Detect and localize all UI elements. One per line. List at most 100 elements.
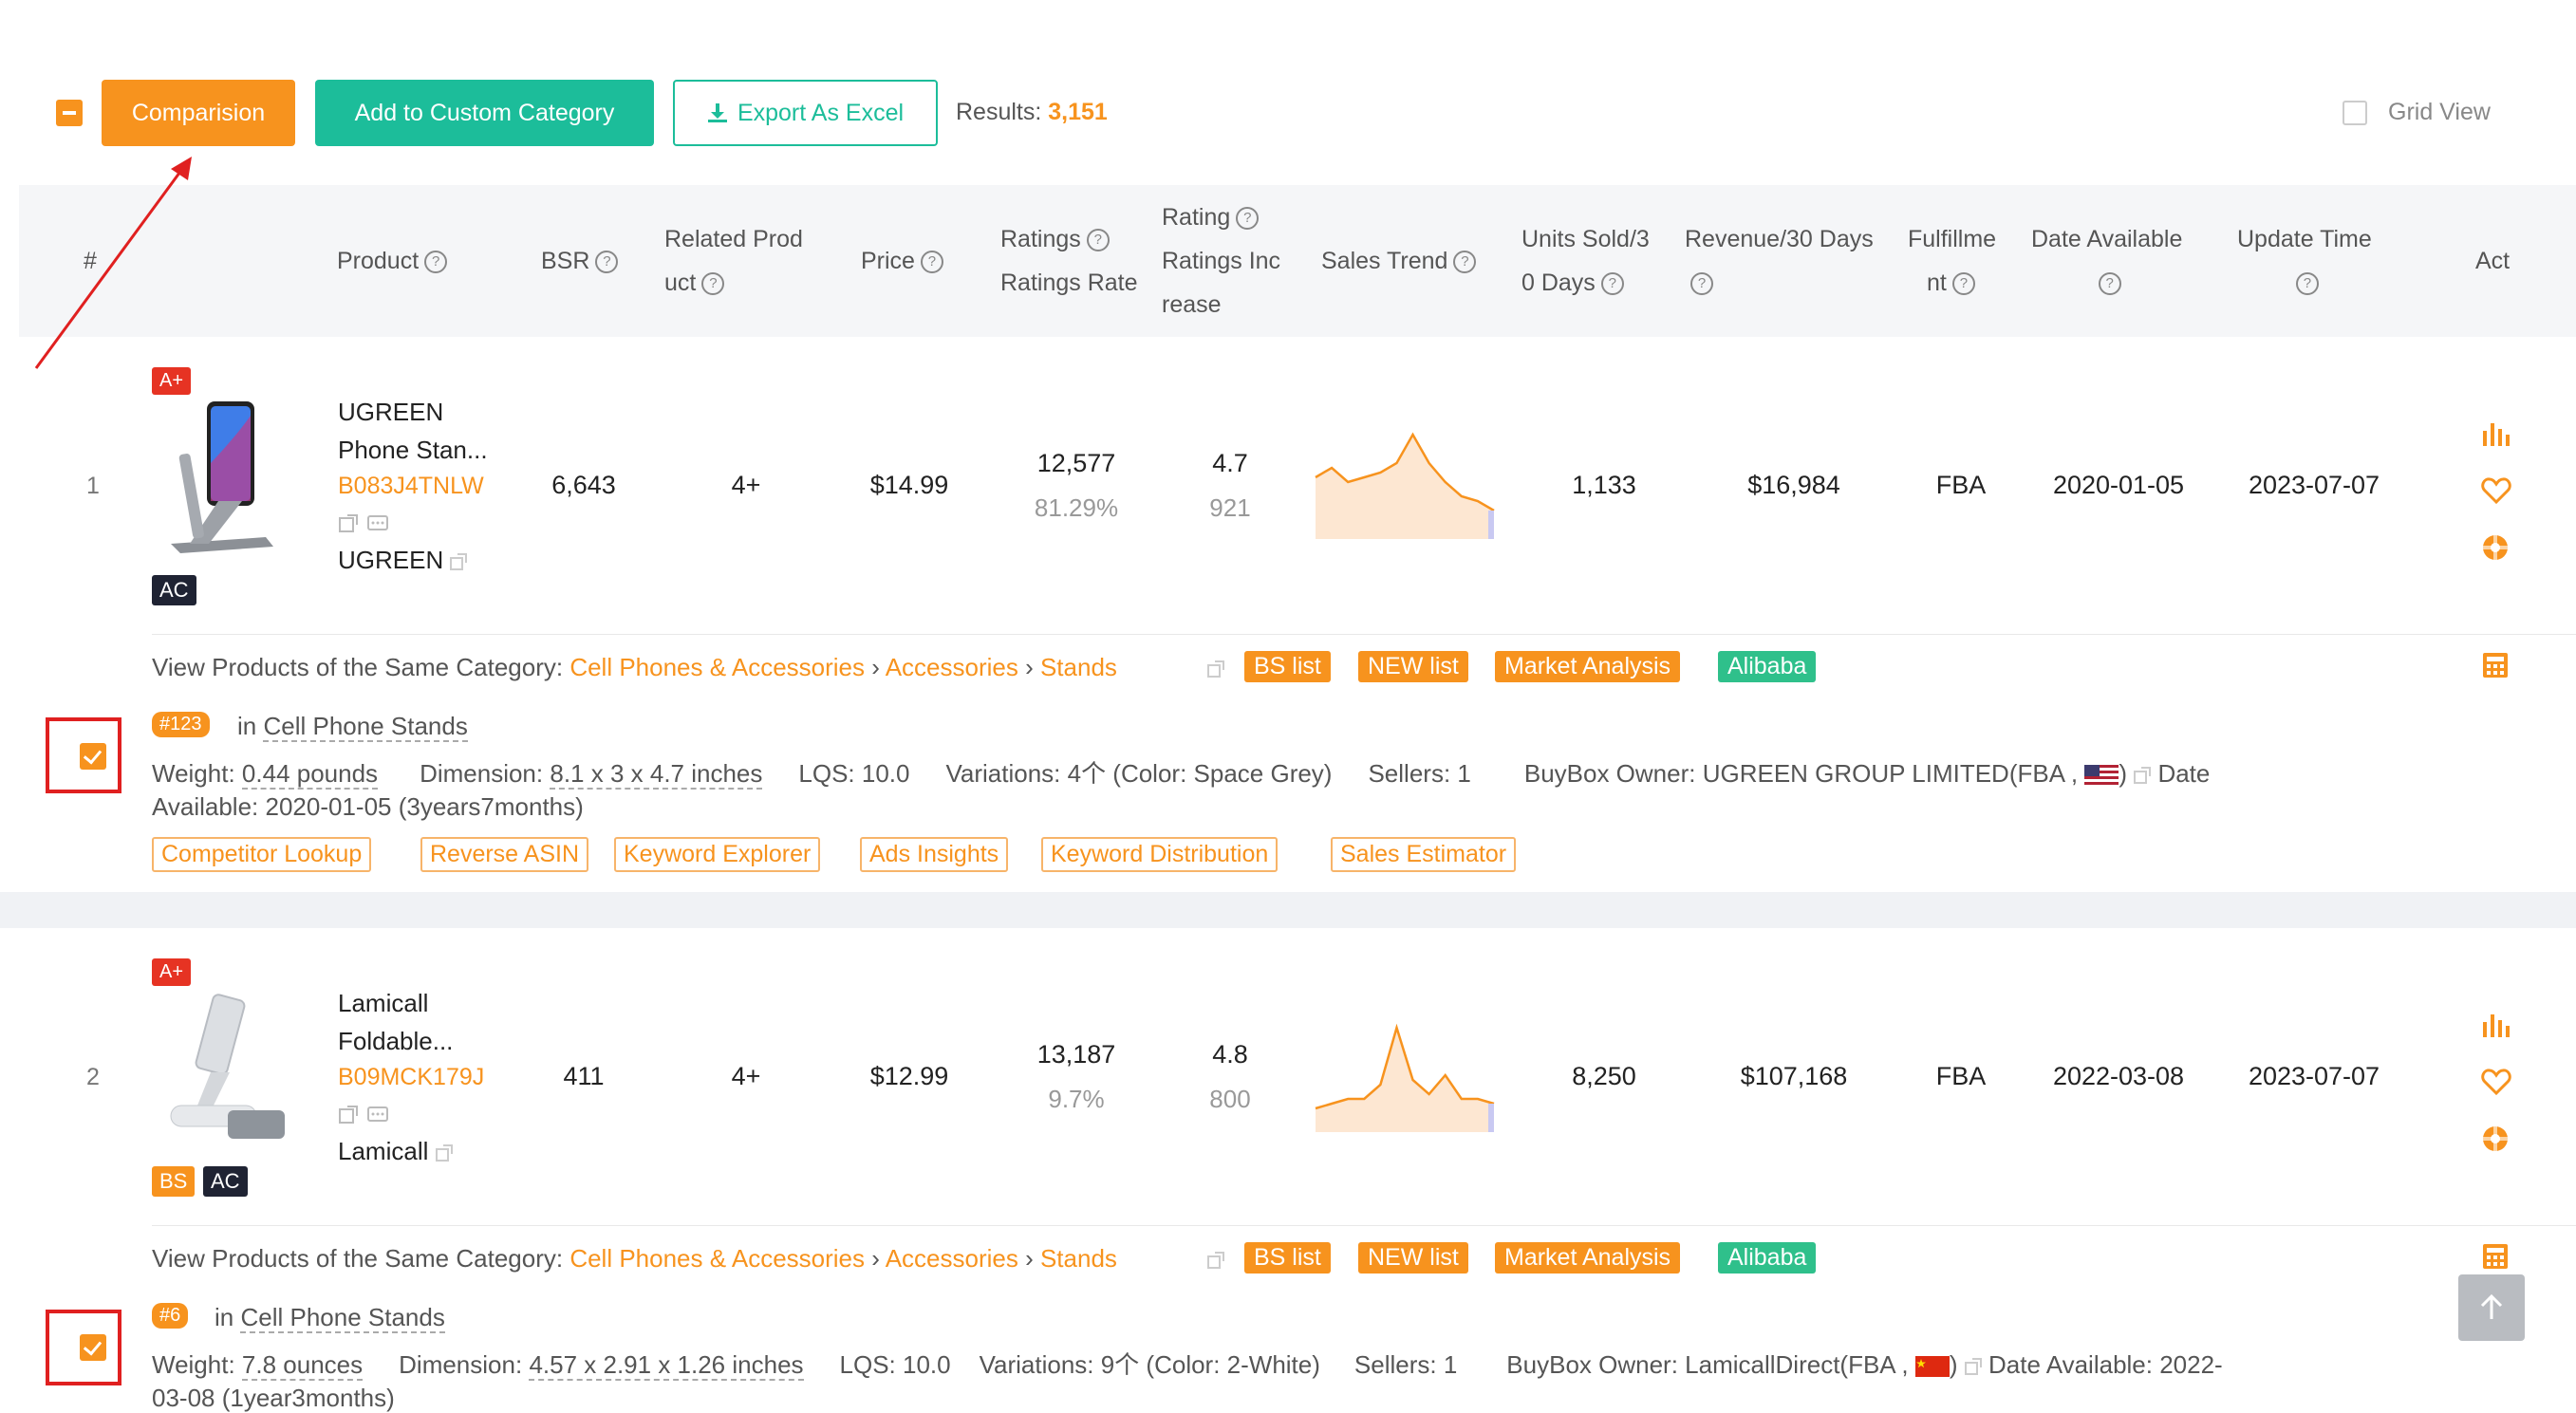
category-link[interactable]: Accessories bbox=[886, 1244, 1018, 1273]
calculator-icon[interactable] bbox=[2482, 652, 2509, 679]
col-label: BSR bbox=[541, 248, 590, 274]
alibaba-tag[interactable]: Alibaba bbox=[1718, 651, 1817, 682]
col-ratings-header[interactable]: Ratings? Ratings Rate bbox=[1000, 217, 1138, 305]
new-list-tag[interactable]: NEW list bbox=[1358, 1242, 1468, 1274]
external-link-icon[interactable] bbox=[435, 1144, 453, 1162]
market-analysis-tag[interactable]: Market Analysis bbox=[1495, 1242, 1681, 1274]
asin-link[interactable]: B083J4TNLW bbox=[338, 473, 484, 500]
sellers-value: Sellers: 1 bbox=[1368, 759, 1471, 788]
col-product-header[interactable]: Product? bbox=[337, 239, 448, 283]
new-list-tag[interactable]: NEW list bbox=[1358, 651, 1468, 682]
col-price-header[interactable]: Price? bbox=[861, 239, 943, 283]
calculator-icon[interactable] bbox=[2482, 1243, 2509, 1270]
rating-value: 4.8 bbox=[1212, 1040, 1248, 1069]
product-title[interactable]: Lamicall Foldable... bbox=[338, 984, 453, 1060]
product-image[interactable] bbox=[152, 397, 285, 553]
lqs-value: LQS: 10.0 bbox=[798, 759, 910, 788]
help-icon[interactable]: ? bbox=[1453, 251, 1477, 274]
cn-flag-icon bbox=[1914, 1356, 1950, 1378]
keyword-distribution-link[interactable]: Keyword Distribution bbox=[1041, 837, 1279, 872]
arrow-up-icon bbox=[2480, 1293, 2503, 1319]
external-link-icon[interactable] bbox=[2134, 767, 2152, 785]
category-link[interactable]: Cell Phones & Accessories bbox=[569, 1244, 865, 1273]
help-icon[interactable]: ? bbox=[920, 251, 943, 274]
rank-category-link[interactable]: Cell Phone Stands bbox=[240, 1303, 445, 1333]
help-icon[interactable]: ? bbox=[2098, 272, 2121, 296]
grid-view-checkbox[interactable] bbox=[2343, 100, 2367, 125]
col-date-available-header[interactable]: Date Available? bbox=[2031, 217, 2182, 305]
add-to-custom-category-button[interactable]: Add to Custom Category bbox=[315, 80, 654, 146]
price-value: $14.99 bbox=[869, 471, 949, 499]
category-link[interactable]: Stands bbox=[1040, 653, 1117, 681]
ads-insights-link[interactable]: Ads Insights bbox=[860, 837, 1009, 872]
help-icon[interactable]: ? bbox=[595, 251, 619, 274]
date-available-value: 2020-01-05 bbox=[2052, 471, 2185, 499]
heart-icon[interactable] bbox=[2481, 477, 2511, 504]
units-sold-value: 8,250 bbox=[1572, 1062, 1636, 1090]
price-value: $12.99 bbox=[869, 1062, 949, 1090]
select-all-checkbox[interactable] bbox=[56, 100, 83, 126]
scroll-to-top-button[interactable] bbox=[2458, 1274, 2525, 1341]
external-link-icon[interactable] bbox=[1207, 660, 1224, 678]
keyword-explorer-link[interactable]: Keyword Explorer bbox=[614, 837, 821, 872]
brand-link[interactable]: Lamicall bbox=[338, 1137, 453, 1166]
help-icon[interactable]: ? bbox=[1690, 272, 1713, 296]
product-image[interactable] bbox=[161, 992, 289, 1143]
share-comment-icons[interactable] bbox=[338, 1105, 391, 1125]
sales-trend-chart[interactable] bbox=[1314, 427, 1496, 546]
tracking-icon[interactable] bbox=[2481, 533, 2510, 562]
trend-area bbox=[1316, 1028, 1494, 1132]
help-icon[interactable]: ? bbox=[1236, 207, 1260, 231]
help-icon[interactable]: ? bbox=[2295, 272, 2319, 296]
tracking-icon[interactable] bbox=[2481, 1125, 2510, 1153]
col-revenue-header[interactable]: Revenue/30 Days? bbox=[1685, 217, 1874, 305]
alibaba-tag[interactable]: Alibaba bbox=[1718, 1242, 1817, 1274]
rating-value: 4.7 bbox=[1212, 449, 1248, 477]
product-name-line: Foldable... bbox=[338, 1027, 454, 1055]
sales-estimator-link[interactable]: Sales Estimator bbox=[1331, 837, 1517, 872]
external-link-icon[interactable] bbox=[1964, 1358, 1982, 1376]
sales-trend-chart[interactable] bbox=[1314, 1020, 1496, 1139]
col-rating-header[interactable]: Rating? Ratings Inc rease bbox=[1162, 195, 1280, 326]
highlight-box bbox=[46, 1310, 121, 1385]
rank-badge: #6 bbox=[152, 1303, 189, 1329]
brand-link[interactable]: UGREEN bbox=[338, 546, 468, 575]
bs-list-tag[interactable]: BS list bbox=[1244, 651, 1331, 682]
product-title[interactable]: UGREEN Phone Stan... bbox=[338, 393, 488, 469]
share-comment-icons[interactable] bbox=[338, 513, 391, 534]
export-excel-button[interactable]: Export As Excel bbox=[673, 80, 938, 146]
heart-icon[interactable] bbox=[2481, 1069, 2511, 1095]
category-prefix: View Products of the Same Category: bbox=[152, 1244, 564, 1273]
col-units-header[interactable]: Units Sold/3 0 Days? bbox=[1521, 217, 1650, 305]
external-link-icon[interactable] bbox=[1207, 1252, 1224, 1269]
rank-category-link[interactable]: Cell Phone Stands bbox=[263, 712, 468, 742]
reverse-asin-link[interactable]: Reverse ASIN bbox=[420, 837, 589, 872]
comparision-button[interactable]: Comparision bbox=[102, 80, 295, 146]
col-sales-trend-header[interactable]: Sales Trend? bbox=[1321, 239, 1477, 283]
highlight-box bbox=[46, 717, 121, 793]
col-label: Product bbox=[337, 248, 420, 274]
grid-view-toggle[interactable]: Grid View bbox=[2343, 99, 2491, 126]
results-count: Results: 3,151 bbox=[956, 99, 1108, 126]
col-label: Sales Trend bbox=[1321, 248, 1448, 274]
col-bsr-header[interactable]: BSR? bbox=[541, 239, 619, 283]
bar-chart-icon[interactable] bbox=[2481, 1013, 2511, 1039]
col-fulfillment-header[interactable]: Fulfillme nt? bbox=[1908, 217, 1996, 305]
help-icon[interactable]: ? bbox=[424, 251, 448, 274]
help-icon[interactable]: ? bbox=[1086, 229, 1110, 252]
col-related-header[interactable]: Related Prod uct? bbox=[664, 217, 803, 305]
help-icon[interactable]: ? bbox=[701, 272, 725, 296]
help-icon[interactable]: ? bbox=[1951, 272, 1975, 296]
col-update-time-header[interactable]: Update Time? bbox=[2237, 217, 2372, 305]
category-link[interactable]: Stands bbox=[1040, 1244, 1117, 1273]
category-link[interactable]: Accessories bbox=[886, 653, 1018, 681]
external-link-icon[interactable] bbox=[450, 553, 468, 571]
bar-chart-icon[interactable] bbox=[2481, 421, 2511, 448]
asin-link[interactable]: B09MCK179J bbox=[338, 1064, 484, 1091]
category-link[interactable]: Cell Phones & Accessories bbox=[569, 653, 865, 681]
competitor-lookup-link[interactable]: Competitor Lookup bbox=[152, 837, 372, 872]
help-icon[interactable]: ? bbox=[1600, 272, 1624, 296]
market-analysis-tag[interactable]: Market Analysis bbox=[1495, 651, 1681, 682]
dimension-label: Dimension: bbox=[399, 1350, 523, 1379]
bs-list-tag[interactable]: BS list bbox=[1244, 1242, 1331, 1274]
